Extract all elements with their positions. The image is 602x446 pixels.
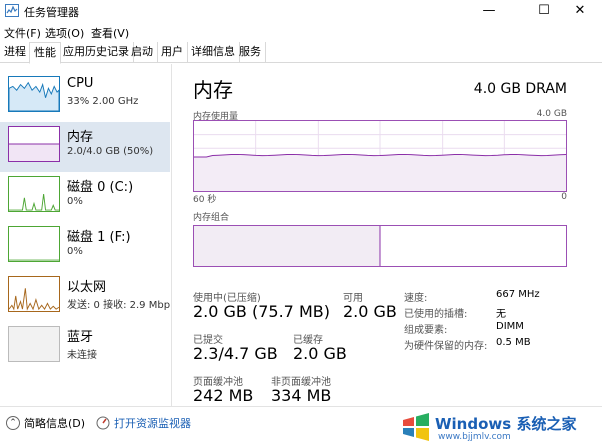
cached-value: 2.0 GB [293, 344, 347, 363]
composition-label: 内存组合 [193, 213, 230, 223]
resource-monitor-label: 打开资源监视器 [114, 417, 191, 430]
window-title: 任务管理器 [24, 6, 79, 19]
brand-url: www.bjjmlv.com [438, 432, 511, 442]
footer-bar: ⌃ 简略信息(D) 打开资源监视器 Windows 系统之家 www.bjjml… [0, 406, 602, 446]
sidebar-item-title: 蓝牙 [67, 330, 94, 345]
tab-services[interactable]: 服务 [235, 42, 266, 63]
usage-graph-max: 4.0 GB [536, 109, 567, 119]
disk-0-thumbnail [8, 176, 60, 212]
sidebar-item-title: 以太网 [67, 280, 107, 295]
menu-bar: 文件(F) 选项(O) 查看(V) [0, 22, 602, 41]
close-button[interactable]: ✕ [558, 0, 602, 22]
sidebar-item-bluetooth[interactable]: 蓝牙 未连接 [0, 322, 170, 372]
tab-bar: 进程 性能 应用历史记录 启动 用户 详细信息 服务 [0, 42, 602, 64]
speed-label: 速度: [404, 293, 428, 304]
available-value: 2.0 GB [343, 302, 397, 321]
tab-startup[interactable]: 启动 [127, 42, 158, 63]
tab-processes[interactable]: 进程 [0, 42, 31, 63]
minimize-button[interactable]: — [467, 0, 511, 22]
sidebar-item-subtitle: 33% 2.00 GHz [67, 96, 139, 107]
sidebar-item-title: 磁盘 0 (C:) [67, 180, 134, 195]
sidebar-item-memory[interactable]: 内存 2.0/4.0 GB (50%) [0, 122, 170, 172]
fewer-details-button[interactable]: ⌃ 简略信息(D) [6, 415, 85, 431]
hardware-reserved-label: 为硬件保留的内存: [404, 341, 488, 352]
resource-monitor-icon [96, 416, 110, 430]
page-title: 内存 [193, 78, 233, 102]
fewer-details-label: 简略信息(D) [24, 417, 86, 430]
slots-label: 已使用的插槽: [404, 309, 468, 320]
menu-file[interactable]: 文件(F) [4, 25, 41, 41]
watermark-logo: Windows 系统之家 www.bjjmlv.com [401, 412, 595, 442]
sidebar-item-cpu[interactable]: CPU 33% 2.00 GHz [0, 72, 170, 122]
slots-value: 无 [496, 309, 506, 320]
windows-logo-icon [403, 413, 429, 441]
menu-view[interactable]: 查看(V) [91, 25, 129, 41]
tab-users[interactable]: 用户 [157, 42, 188, 63]
form-factor-value: DIMM [496, 321, 524, 332]
memory-usage-graph [193, 120, 567, 192]
tab-details[interactable]: 详细信息 [187, 42, 240, 63]
memory-composition-bar [193, 225, 567, 267]
axis-right-label: 0 [561, 192, 567, 202]
committed-value: 2.3/4.7 GB [193, 344, 278, 363]
resource-monitor-link[interactable]: 打开资源监视器 [96, 415, 191, 431]
title-bar: 任务管理器 — ☐ ✕ [0, 0, 602, 22]
sidebar-item-ethernet[interactable]: 以太网 发送: 0 接收: 2.9 Mbp [0, 272, 170, 322]
memory-detail-panel: 内存 4.0 GB DRAM 内存使用量 4.0 GB 60 秒 0 内存组合 … [173, 64, 602, 406]
tab-performance[interactable]: 性能 [29, 42, 61, 64]
menu-options[interactable]: 选项(O) [45, 25, 84, 41]
sidebar-item-disk-0[interactable]: 磁盘 0 (C:) 0% [0, 172, 170, 222]
chevron-up-icon: ⌃ [6, 416, 20, 430]
sidebar-item-subtitle: 0% [67, 246, 83, 257]
disk-1-thumbnail [8, 226, 60, 262]
paged-pool-value: 242 MB [193, 386, 254, 405]
speed-value: 667 MHz [496, 289, 540, 300]
bluetooth-thumbnail [8, 326, 60, 362]
sidebar-item-subtitle: 0% [67, 196, 83, 207]
sidebar-item-title: 磁盘 1 (F:) [67, 230, 131, 245]
ethernet-thumbnail [8, 276, 60, 312]
memory-thumbnail [8, 126, 60, 162]
sidebar-item-subtitle: 2.0/4.0 GB (50%) [67, 146, 154, 157]
in-use-value: 2.0 GB (75.7 MB) [193, 302, 330, 321]
sidebar-item-subtitle: 发送: 0 接收: 2.9 Mbp [67, 300, 171, 311]
nonpaged-pool-value: 334 MB [271, 386, 332, 405]
hardware-reserved-value: 0.5 MB [496, 337, 531, 348]
sidebar-item-subtitle: 未连接 [67, 350, 97, 361]
cpu-thumbnail [8, 76, 60, 112]
sidebar-item-disk-1[interactable]: 磁盘 1 (F:) 0% [0, 222, 170, 272]
sidebar-item-title: 内存 [67, 130, 94, 145]
sidebar-item-title: CPU [67, 76, 94, 91]
memory-capacity: 4.0 GB DRAM [473, 81, 567, 97]
resource-sidebar: CPU 33% 2.00 GHz 内存 2.0/4.0 GB (50%) 磁盘 … [0, 64, 172, 406]
task-manager-icon [5, 4, 19, 17]
axis-left-label: 60 秒 [193, 195, 217, 205]
form-factor-label: 组成要素: [404, 325, 448, 336]
tab-app-history[interactable]: 应用历史记录 [59, 42, 134, 63]
brand-name: Windows 系统之家 [435, 415, 577, 433]
